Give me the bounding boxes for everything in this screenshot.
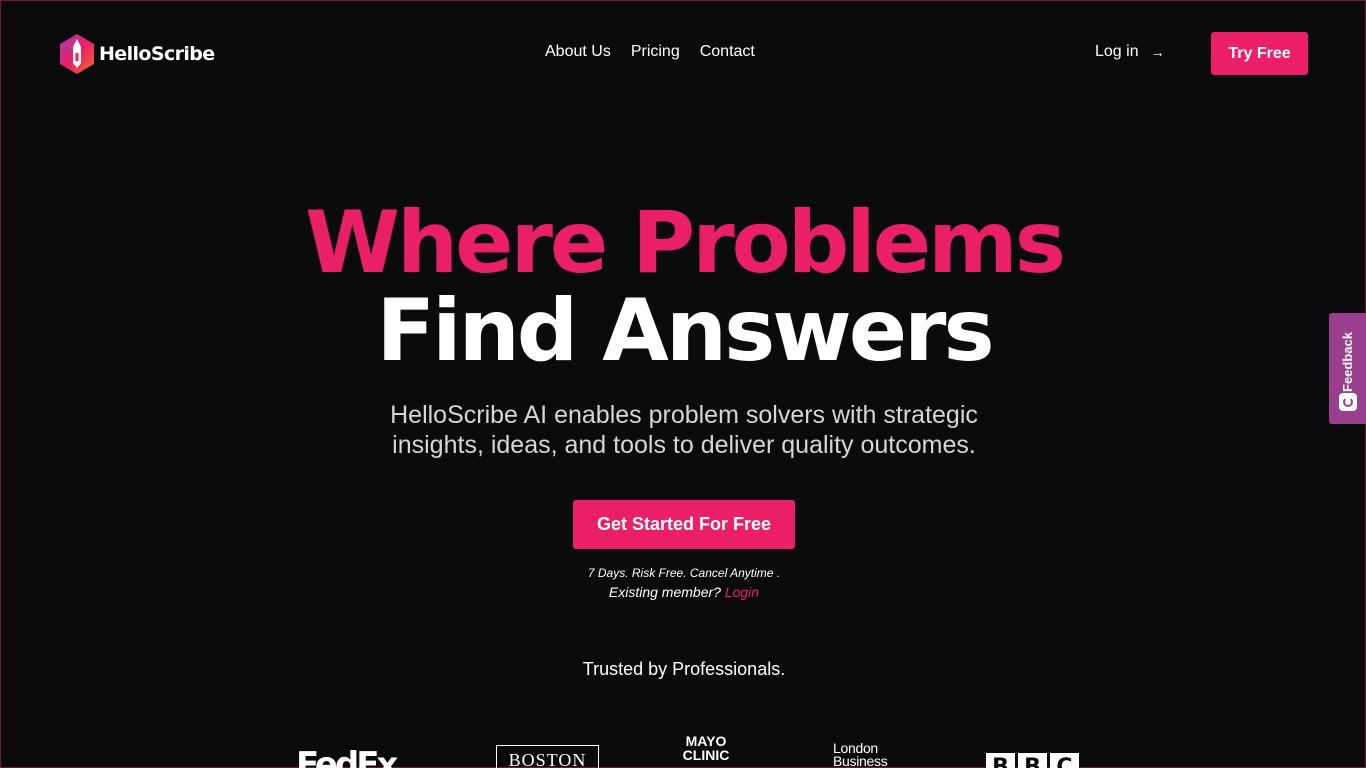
login-label: Log in <box>1095 43 1139 60</box>
fedex-logo: FedEx <box>296 745 398 768</box>
feedback-smile-icon <box>1339 393 1357 411</box>
login-link[interactable]: Log in → <box>1095 43 1165 61</box>
bbc-letter-b2: B <box>1018 753 1047 768</box>
hero-headline-line2: Find Answers <box>376 281 994 381</box>
arrow-right-icon: → <box>1150 44 1165 60</box>
feedback-label: Feedback <box>1340 332 1355 392</box>
client-logos: FedEx BOSTON MAYO CLINIC London Business… <box>1 731 1366 768</box>
nav-about-us[interactable]: About Us <box>545 43 611 61</box>
nav-pricing[interactable]: Pricing <box>631 43 680 61</box>
hero-headline-line1: Where Problems <box>305 193 1066 293</box>
bbc-letter-b1: B <box>986 753 1015 768</box>
bbc-logo: B B C <box>986 753 1079 768</box>
london-business-logo: London Business <box>833 741 888 768</box>
hero-subtitle: HelloScribe AI enables problem solvers w… <box>334 400 1034 460</box>
hexagon-pen-icon <box>60 34 94 74</box>
trusted-heading: Trusted by Professionals. <box>582 659 786 679</box>
existing-member-note: Existing member? Login <box>1 584 1366 600</box>
boston-logo: BOSTON <box>496 745 599 768</box>
existing-login-link[interactable]: Login <box>725 584 759 600</box>
hero-subtitle-line2: insights, ideas, and tools to deliver qu… <box>392 431 976 459</box>
try-free-button[interactable]: Try Free <box>1211 32 1308 75</box>
brand-logo[interactable]: HelloScribe <box>59 33 215 75</box>
hero-subtitle-line1: HelloScribe AI enables problem solvers w… <box>390 401 978 429</box>
risk-free-note: 7 Days. Risk Free. Cancel Anytime . <box>587 566 781 580</box>
get-started-button[interactable]: Get Started For Free <box>573 500 795 549</box>
feedback-tab[interactable]: Feedback <box>1329 313 1366 424</box>
mayo-clinic-logo: MAYO CLINIC <box>677 734 735 762</box>
site-header: HelloScribe About Us Pricing Contact Log… <box>1 1 1366 107</box>
london-line2: Business <box>833 753 888 768</box>
existing-member-text: Existing member? <box>608 584 721 600</box>
nav-contact[interactable]: Contact <box>700 43 755 61</box>
main-nav: About Us Pricing Contact <box>545 43 755 61</box>
mayo-line2: CLINIC <box>682 747 730 763</box>
brand-name: HelloScribe <box>99 43 215 65</box>
bbc-letter-c: C <box>1050 753 1079 768</box>
